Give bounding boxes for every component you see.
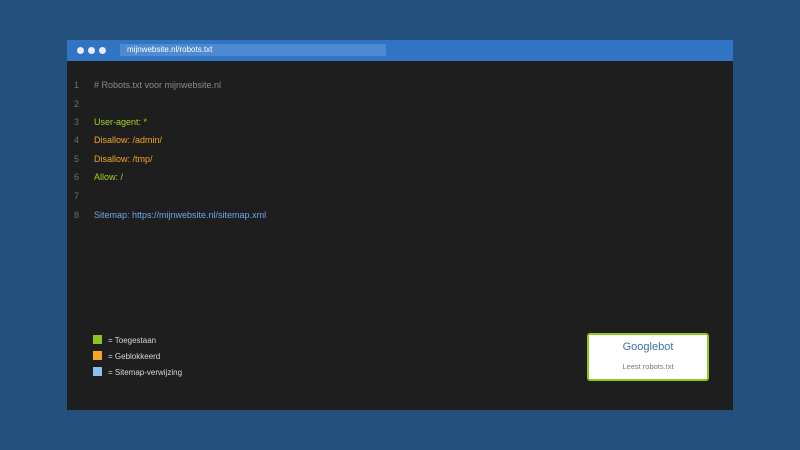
code-text: Allow: / [94, 172, 124, 182]
legend-item-allowed: = Toegestaan [93, 335, 156, 346]
line-number: 3 [74, 117, 80, 127]
window-dot-icon[interactable] [99, 47, 106, 54]
orange-swatch-icon [93, 351, 102, 360]
line-number: 7 [74, 191, 80, 201]
line-number: 2 [74, 99, 80, 109]
browser-window: mijnwebsite.nl/robots.txt 1 # Robots.txt… [67, 40, 733, 410]
address-bar[interactable]: mijnwebsite.nl/robots.txt [120, 44, 386, 56]
blue-swatch-icon [93, 367, 102, 376]
code-text: # Robots.txt voor mijnwebsite.nl [94, 80, 222, 90]
legend-item-blocked: = Geblokkeerd [93, 351, 160, 362]
line-number: 4 [74, 135, 80, 145]
green-swatch-icon [93, 335, 102, 344]
legend-label: = Geblokkeerd [108, 352, 161, 361]
window-dot-icon[interactable] [77, 47, 84, 54]
code-text: Disallow: /admin/ [94, 135, 163, 145]
legend-label: = Sitemap-verwijzing [108, 368, 183, 377]
line-number: 6 [74, 172, 80, 182]
legend-label: = Toegestaan [108, 336, 157, 345]
code-text: User-agent: * [94, 117, 148, 127]
title-bar: mijnwebsite.nl/robots.txt [67, 40, 733, 61]
line-number: 5 [74, 154, 80, 164]
legend-item-sitemap: = Sitemap-verwijzing [93, 367, 182, 378]
window-dot-icon[interactable] [88, 47, 95, 54]
code-text: Sitemap: https://mijnwebsite.nl/sitemap.… [94, 210, 267, 220]
line-number: 1 [74, 80, 80, 90]
code-text: Disallow: /tmp/ [94, 154, 153, 164]
googlebot-card: Googlebot Leest robots.txt [587, 333, 709, 381]
line-number: 8 [74, 210, 80, 220]
bot-subtitle: Leest robots.txt [622, 362, 674, 371]
bot-title: Googlebot [622, 341, 674, 353]
